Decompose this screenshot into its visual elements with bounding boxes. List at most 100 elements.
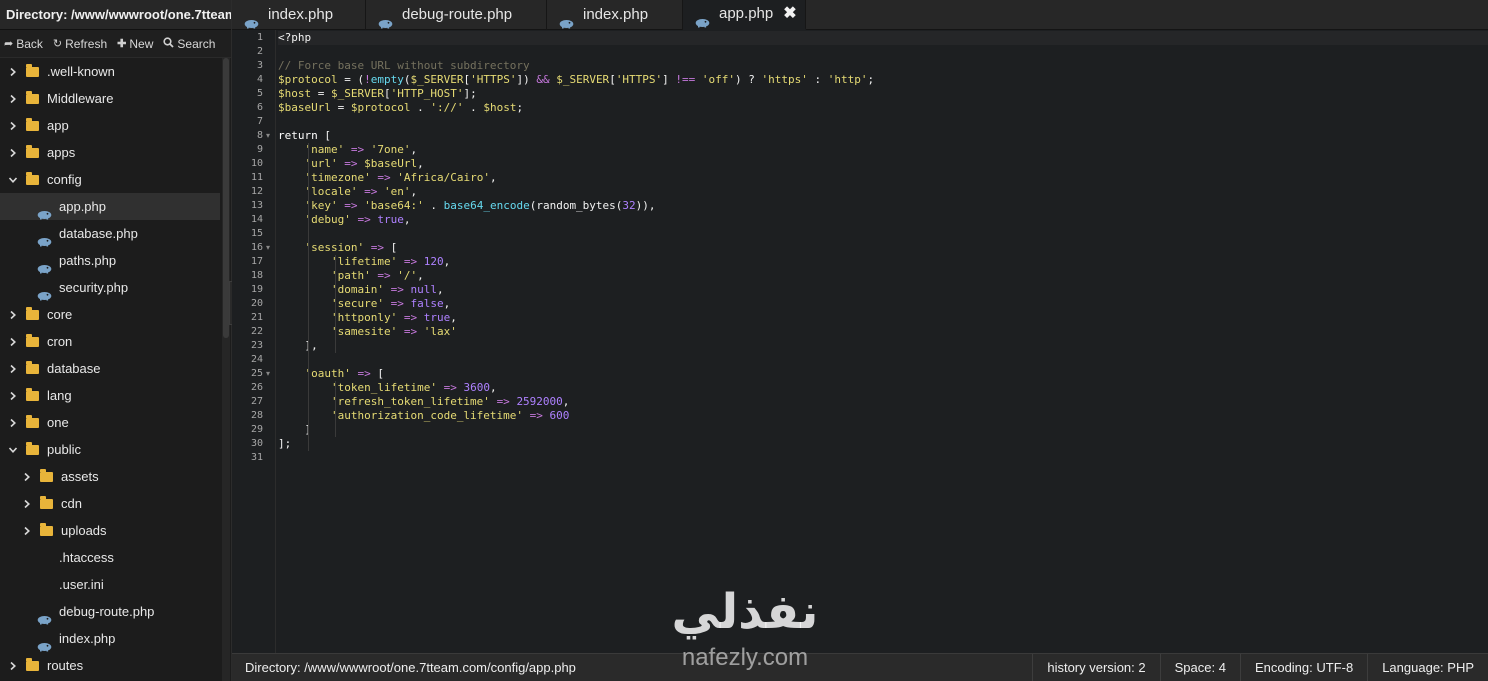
code-line: <?php [278, 31, 311, 45]
tree-folder-apps[interactable]: apps [0, 139, 220, 166]
chevron-down-icon[interactable] [8, 445, 18, 455]
code-token: $baseUrl [278, 101, 331, 114]
file-tree: .well-known Middleware app apps config app.ph… [0, 58, 220, 679]
code-token: ]) [516, 73, 537, 86]
tree-folder-well-known[interactable]: .well-known [0, 58, 220, 85]
line-number: 27 [250, 396, 263, 407]
indent-setting[interactable]: Space: 4 [1159, 653, 1240, 681]
code-token: 'off' [701, 73, 736, 86]
tree-folder-middleware[interactable]: Middleware [0, 85, 220, 112]
chevron-right-icon[interactable] [8, 337, 18, 347]
tree-folder-uploads[interactable]: uploads [0, 517, 220, 544]
code-token: empty [370, 73, 404, 86]
code-token: . [463, 101, 484, 114]
tree-item-label: core [47, 307, 73, 322]
sidebar-scrollbar[interactable] [222, 58, 230, 681]
chevron-right-icon[interactable] [8, 418, 18, 428]
fold-toggle-icon[interactable]: ▾ [266, 241, 270, 255]
chevron-right-icon[interactable] [22, 526, 32, 536]
chevron-right-icon[interactable] [22, 472, 32, 482]
code-token: 'lifetime' [330, 255, 398, 268]
tree-file-security-php[interactable]: security.php [0, 274, 220, 301]
status-directory: Directory: /www/wwwroot/one.7tteam.com/c… [245, 660, 576, 675]
line-number: 18 [250, 270, 263, 281]
chevron-right-icon[interactable] [8, 148, 18, 158]
tree-folder-one[interactable]: one [0, 409, 220, 436]
folder-icon [26, 657, 39, 671]
code-editor[interactable]: 1 2 3 4 5 6 7 8 ▾ 9 10 11 12 13 14 15 16 ▾ 17 18 19 20 21 22 23 2… [232, 30, 1488, 653]
code-line: $protocol = (!empty($_SERVER['HTTPS']) &… [278, 73, 874, 87]
tree-file-debug-route-php[interactable]: debug-route.php [0, 598, 220, 625]
chevron-right-icon[interactable] [8, 94, 18, 104]
history-version[interactable]: history version: 2 [1032, 653, 1159, 681]
chevron-right-icon[interactable] [8, 310, 18, 320]
chevron-right-icon[interactable] [8, 67, 18, 77]
tab-index-php[interactable]: index.php [547, 0, 683, 30]
fold-toggle-icon[interactable]: ▾ [266, 129, 270, 143]
code-token: 'Africa/Cairo' [397, 171, 490, 184]
code-area[interactable]: <?php // Force base URL without subdirect… [278, 30, 1488, 653]
refresh-button[interactable]: ↻ Refresh [53, 37, 107, 51]
tab-index-php[interactable]: index.php [232, 0, 366, 30]
tree-file-database-php[interactable]: database.php [0, 220, 220, 247]
tab-debug-route-php[interactable]: debug-route.php [366, 0, 547, 30]
new-label: New [129, 36, 154, 51]
chevron-right-icon[interactable] [8, 391, 18, 401]
chevron-right-icon[interactable] [8, 364, 18, 374]
tree-file-user-ini[interactable]: .user.ini [0, 571, 220, 598]
tree-folder-app[interactable]: app [0, 112, 220, 139]
tree-file-paths-php[interactable]: paths.php [0, 247, 220, 274]
chevron-down-icon[interactable] [8, 175, 18, 185]
tree-file-app-php[interactable]: app.php [0, 193, 220, 220]
directory-title: Directory: /www/wwwroot/one.7tteam.... [0, 0, 231, 30]
code-token: $_SERVER [331, 87, 384, 100]
code-token: => [370, 241, 384, 254]
tree-file-htaccess[interactable]: .htaccess [0, 544, 220, 571]
code-token: 'secure' [330, 297, 384, 310]
tree-item-label: cron [47, 334, 73, 349]
tree-folder-database[interactable]: database [0, 355, 220, 382]
chevron-right-icon[interactable] [22, 499, 32, 509]
code-token: 'key' [304, 199, 338, 212]
search-button[interactable]: Search [163, 37, 215, 51]
code-token: '/' [397, 269, 418, 282]
close-tab-icon[interactable]: ✖ [783, 0, 796, 29]
tree-folder-config[interactable]: config [0, 166, 220, 193]
line-number: 13 [250, 200, 263, 211]
new-button[interactable]: ✚ New [117, 37, 153, 51]
tree-folder-routes[interactable]: routes [0, 652, 220, 679]
tree-folder-cdn[interactable]: cdn [0, 490, 220, 517]
code-token: => [357, 367, 371, 380]
tree-folder-lang[interactable]: lang [0, 382, 220, 409]
tab-app-php-active[interactable]: app.php ✖ [683, 0, 806, 30]
code-token: $protocol [350, 101, 411, 114]
chevron-right-icon[interactable] [8, 661, 18, 671]
code-line: 'refresh_token_lifetime' => 2592000, [278, 395, 569, 409]
code-token: ]; [278, 437, 292, 450]
code-token: . [423, 199, 444, 212]
tree-item-label: .htaccess [59, 550, 114, 565]
line-number: 14 [250, 214, 263, 225]
tree-folder-public[interactable]: public [0, 436, 220, 463]
back-button[interactable]: ➦ Back [4, 37, 43, 51]
tree-folder-cron[interactable]: cron [0, 328, 220, 355]
code-token: 'debug' [304, 213, 351, 226]
fold-toggle-icon[interactable]: ▾ [266, 367, 270, 381]
encoding-setting[interactable]: Encoding: UTF-8 [1239, 653, 1367, 681]
code-token: . [410, 101, 431, 114]
tree-folder-core[interactable]: core [0, 301, 220, 328]
chevron-right-icon[interactable] [8, 121, 18, 131]
tree-item-label: debug-route.php [59, 604, 155, 619]
language-setting[interactable]: Language: PHP [1367, 653, 1488, 681]
refresh-icon: ↻ [52, 38, 63, 50]
tree-file-index-php[interactable]: index.php [0, 625, 220, 652]
tree-folder-assets[interactable]: assets [0, 463, 220, 490]
tab-label: app.php [719, 5, 774, 22]
